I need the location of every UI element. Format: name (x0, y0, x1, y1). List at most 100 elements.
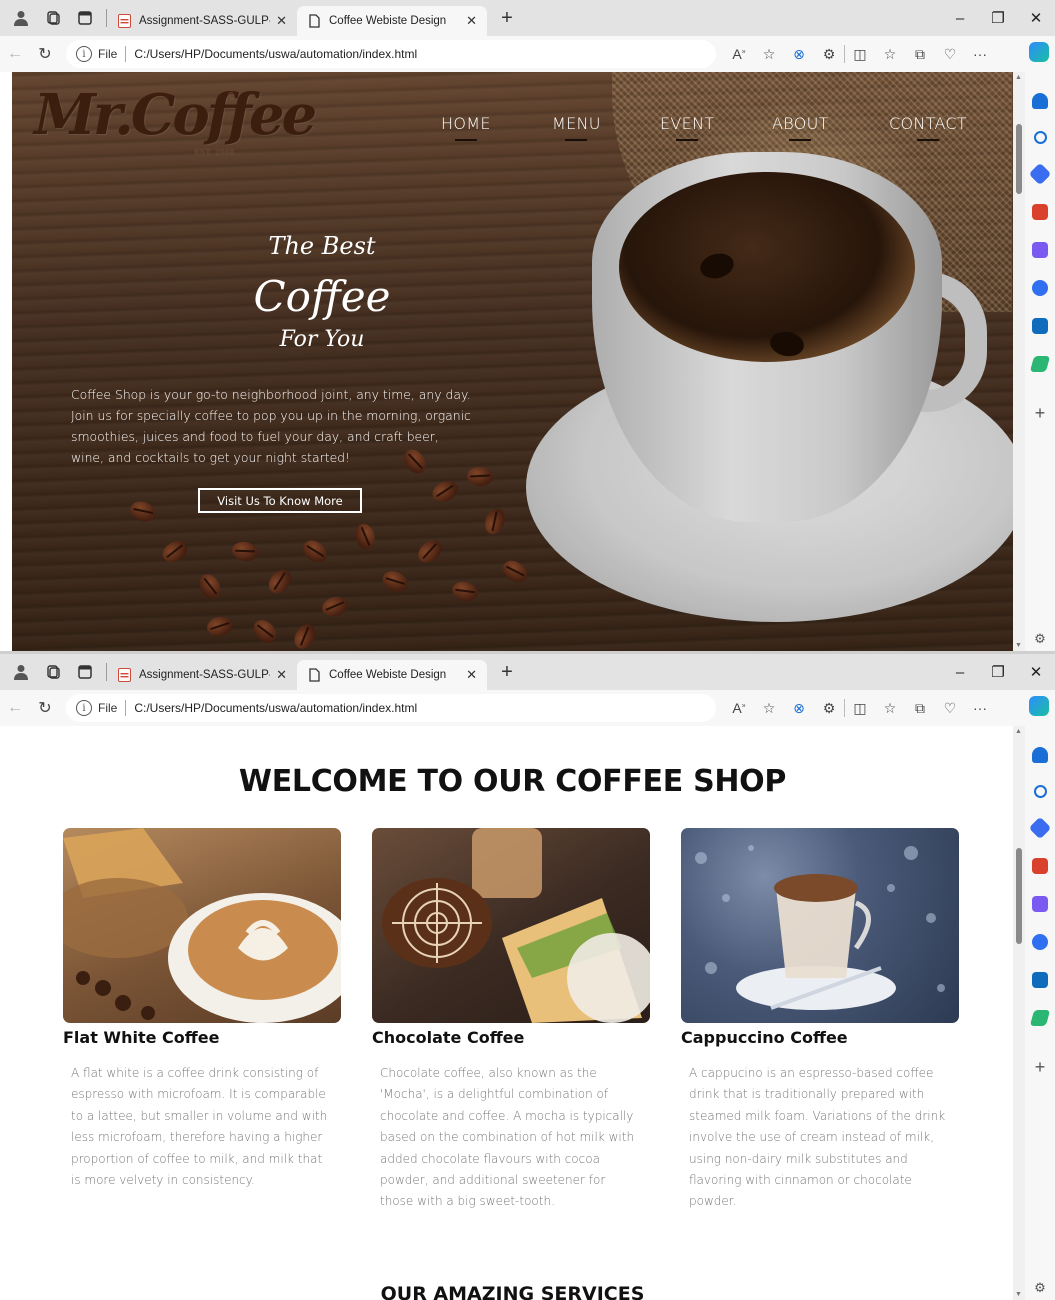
nav-event[interactable]: EVENT (660, 114, 714, 133)
collections-icon[interactable]: ⧉ (905, 700, 935, 717)
nav-menu[interactable]: MENU (552, 114, 601, 133)
games-icon[interactable] (1032, 242, 1048, 258)
scroll-down-icon[interactable]: ▼ (1015, 642, 1022, 649)
refresh-icon[interactable]: ↻ (30, 698, 60, 718)
visit-us-button[interactable]: Visit Us To Know More (198, 488, 362, 513)
read-aloud-icon[interactable]: A» (724, 700, 754, 716)
restore-icon[interactable]: ❐ (979, 9, 1017, 27)
notification-bell-icon[interactable] (1032, 747, 1048, 763)
split-screen-icon[interactable]: ◫ (845, 46, 875, 63)
refresh-icon[interactable]: ↻ (30, 44, 60, 64)
sidebar-settings-icon[interactable]: ⚙ (1034, 631, 1046, 647)
copilot-icon[interactable] (1029, 696, 1049, 716)
registered-mark: ® (227, 90, 235, 100)
shopping-tag-icon[interactable] (1028, 816, 1052, 840)
tab-title: Coffee Webiste Design (329, 15, 447, 27)
scroll-up-icon[interactable]: ▲ (1015, 728, 1022, 735)
url-divider (125, 46, 127, 62)
outlook-icon[interactable] (1032, 972, 1048, 988)
browser-essentials-icon[interactable]: ♡ (935, 700, 965, 717)
back-icon[interactable]: ← (0, 45, 30, 63)
info-icon[interactable]: i (76, 46, 92, 62)
browser-essentials-icon[interactable]: ♡ (935, 46, 965, 63)
minimize-icon[interactable]: – (941, 664, 979, 681)
tab-actions-icon[interactable] (74, 7, 96, 29)
services-heading: OUR AMAZING SERVICES (380, 1283, 645, 1300)
new-tab-icon[interactable]: + (495, 7, 519, 30)
tab-assignment[interactable]: Assignment-SASS-GULP-AUTOM ✕ (107, 660, 297, 690)
favorite-star-icon[interactable]: ☆ (754, 46, 784, 63)
send-drop-icon[interactable] (1029, 356, 1051, 372)
url-text[interactable]: C:/Users/HP/Documents/uswa/automation/in… (134, 701, 417, 715)
tab-coffee-design[interactable]: Coffee Webiste Design ✕ (297, 660, 487, 690)
page-icon (307, 14, 321, 28)
card-flat-white: Flat White Coffee A flat white is a coff… (63, 828, 341, 1191)
extensions-puzzle-icon[interactable]: ⚙ (814, 46, 844, 63)
close-tab-icon[interactable]: ✕ (276, 13, 287, 29)
tools-briefcase-icon[interactable] (1032, 858, 1048, 874)
search-icon[interactable] (1033, 131, 1047, 144)
outlook-icon[interactable] (1032, 318, 1048, 334)
tab-assignment[interactable]: Assignment-SASS-GULP-AUTOM ✕ (107, 6, 297, 36)
more-options-icon[interactable]: ··· (965, 700, 995, 716)
search-icon[interactable] (1033, 785, 1047, 798)
microsoft-365-icon[interactable] (1032, 934, 1048, 950)
scroll-down-icon[interactable]: ▼ (1015, 1291, 1022, 1298)
more-options-icon[interactable]: ··· (965, 46, 995, 62)
info-icon[interactable]: i (76, 700, 92, 716)
page-scrollbar[interactable]: ▲ ▼ (1013, 726, 1025, 1300)
page-icon (307, 668, 321, 682)
send-drop-icon[interactable] (1029, 1010, 1051, 1026)
close-tab-icon[interactable]: ✕ (466, 13, 477, 29)
close-tab-icon[interactable]: ✕ (466, 667, 477, 683)
tab-actions-icon[interactable] (74, 661, 96, 683)
hero-description: Coffee Shop is your go-to neighborhood j… (71, 387, 471, 465)
workspaces-icon[interactable] (42, 661, 64, 683)
scroll-up-icon[interactable]: ▲ (1015, 74, 1022, 81)
split-screen-icon[interactable]: ◫ (845, 700, 875, 717)
scroll-thumb[interactable] (1016, 848, 1022, 944)
extension-icon[interactable]: ⊗ (784, 46, 814, 63)
workspaces-icon[interactable] (42, 7, 64, 29)
back-icon[interactable]: ← (0, 699, 30, 717)
welcome-heading: WELCOME TO OUR COFFEE SHOP (238, 764, 787, 799)
hero-title-line2: Coffee (253, 272, 391, 321)
close-tab-icon[interactable]: ✕ (276, 667, 287, 683)
minimize-icon[interactable]: – (941, 10, 979, 27)
add-sidebar-app-icon[interactable]: + (1035, 403, 1046, 424)
collections-icon[interactable]: ⧉ (905, 46, 935, 63)
tools-briefcase-icon[interactable] (1032, 204, 1048, 220)
site-logo[interactable]: Mr.Coffee ® EST. 2008 (34, 82, 317, 156)
new-tab-icon[interactable]: + (495, 661, 519, 684)
card-cappuccino: Cappuccino Coffee A cappucino is an espr… (681, 828, 959, 1213)
sidebar-settings-icon[interactable]: ⚙ (1034, 1280, 1046, 1296)
nav-about[interactable]: ABOUT (772, 114, 829, 133)
extension-icon[interactable]: ⊗ (784, 700, 814, 717)
nav-contact[interactable]: CONTACT (889, 114, 967, 133)
favorites-icon[interactable]: ☆ (875, 46, 905, 63)
favorite-star-icon[interactable]: ☆ (754, 700, 784, 717)
favorites-icon[interactable]: ☆ (875, 700, 905, 717)
page-scrollbar[interactable]: ▲ ▼ (1013, 72, 1025, 651)
restore-icon[interactable]: ❐ (979, 663, 1017, 681)
edge-sidebar: + ⚙ (1025, 726, 1055, 1300)
games-icon[interactable] (1032, 896, 1048, 912)
read-aloud-icon[interactable]: A» (724, 46, 754, 62)
close-window-icon[interactable]: ✕ (1017, 663, 1055, 681)
tab-coffee-design[interactable]: Coffee Webiste Design ✕ (297, 6, 487, 36)
close-window-icon[interactable]: ✕ (1017, 9, 1055, 27)
microsoft-365-icon[interactable] (1032, 280, 1048, 296)
extensions-puzzle-icon[interactable]: ⚙ (814, 700, 844, 717)
profile-icon[interactable] (10, 661, 32, 683)
add-sidebar-app-icon[interactable]: + (1035, 1057, 1046, 1078)
shopping-tag-icon[interactable] (1028, 162, 1052, 186)
notification-bell-icon[interactable] (1032, 93, 1048, 109)
pdf-icon (117, 668, 131, 682)
copilot-icon[interactable] (1029, 42, 1049, 62)
url-text[interactable]: C:/Users/HP/Documents/uswa/automation/in… (134, 47, 417, 61)
profile-icon[interactable] (10, 7, 32, 29)
address-bar[interactable]: i File C:/Users/HP/Documents/uswa/automa… (66, 694, 716, 722)
nav-home[interactable]: HOME (441, 114, 491, 133)
scroll-thumb[interactable] (1016, 124, 1022, 194)
address-bar[interactable]: i File C:/Users/HP/Documents/uswa/automa… (66, 40, 716, 68)
